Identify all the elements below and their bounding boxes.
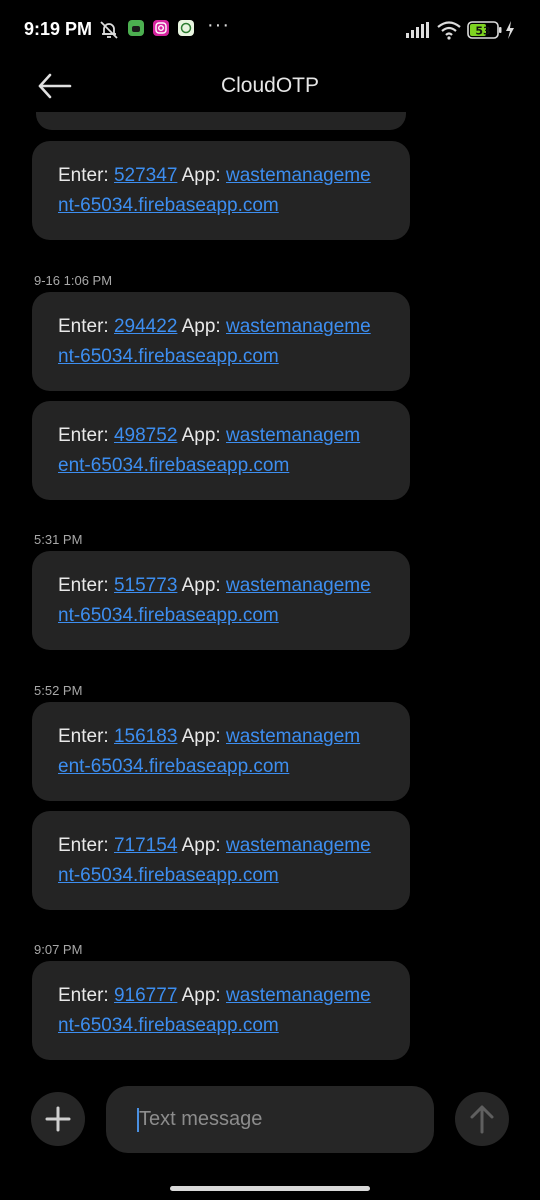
battery-level: 53 bbox=[475, 25, 490, 38]
more-notifications-icon: ··· bbox=[207, 14, 230, 36]
message-bubble[interactable]: Enter: 156183 App: wastemanagem ent-6503… bbox=[32, 702, 410, 801]
timestamp: 9-16 1:06 PM bbox=[34, 273, 113, 288]
message-prefix: Enter: bbox=[58, 165, 114, 186]
app-url-link[interactable]: wastemanageme bbox=[226, 985, 371, 1006]
app-url-link[interactable]: nt-65034.firebaseapp.com bbox=[58, 605, 279, 626]
timestamp: 9:07 PM bbox=[34, 942, 83, 957]
timestamp: 5:52 PM bbox=[34, 683, 83, 698]
whatsapp-app-icon bbox=[178, 20, 194, 36]
otp-code-link[interactable]: 294422 bbox=[114, 316, 177, 337]
message-prefix: Enter: bbox=[58, 575, 114, 596]
status-time: 9:19 PM bbox=[24, 19, 93, 39]
message-input-placeholder: Text message bbox=[139, 1108, 263, 1130]
app-url-link[interactable]: wastemanageme bbox=[226, 165, 371, 186]
add-attachment-button[interactable] bbox=[31, 1092, 85, 1146]
battery-icon: 53 bbox=[467, 21, 503, 44]
instagram-icon bbox=[153, 20, 169, 36]
home-indicator[interactable] bbox=[170, 1186, 370, 1191]
message-bubble[interactable]: Enter: 717154 App: wastemanageme nt-6503… bbox=[32, 811, 410, 910]
otp-code-link[interactable]: 515773 bbox=[114, 575, 177, 596]
charging-icon bbox=[505, 21, 515, 44]
message-bubble[interactable]: Enter: 294422 App: wastemanageme nt-6503… bbox=[32, 292, 410, 391]
send-arrow-icon bbox=[470, 1105, 494, 1134]
otp-code-link[interactable]: 498752 bbox=[114, 425, 177, 446]
message-bubble[interactable]: Enter: 498752 App: wastemanagem ent-6503… bbox=[32, 401, 410, 500]
conversation-title: CloudOTP bbox=[220, 74, 320, 97]
otp-code-link[interactable]: 916777 bbox=[114, 985, 177, 1006]
message-prefix: Enter: bbox=[58, 835, 114, 856]
app-url-link[interactable]: wastemanagem bbox=[226, 425, 360, 446]
signal-icon bbox=[406, 22, 430, 43]
otp-code-link[interactable]: 717154 bbox=[114, 835, 177, 856]
message-app-label: App: bbox=[177, 835, 226, 856]
app-url-link[interactable]: ent-65034.firebaseapp.com bbox=[58, 756, 289, 777]
plus-icon bbox=[45, 1106, 71, 1132]
message-prefix: Enter: bbox=[58, 425, 114, 446]
app-url-link[interactable]: nt-65034.firebaseapp.com bbox=[58, 195, 279, 216]
app-url-link[interactable]: wastemanageme bbox=[226, 316, 371, 337]
message-app-label: App: bbox=[177, 726, 226, 747]
message-prefix: Enter: bbox=[58, 316, 114, 337]
wifi-icon bbox=[437, 20, 461, 45]
message-bubble[interactable]: Enter: 916777 App: wastemanageme nt-6503… bbox=[32, 961, 410, 1060]
app-url-link[interactable]: wastemanageme bbox=[226, 575, 371, 596]
app-url-link[interactable]: wastemanagem bbox=[226, 726, 360, 747]
message-prefix: Enter: bbox=[58, 985, 114, 1006]
previous-message-bubble[interactable] bbox=[36, 112, 406, 130]
app-url-link[interactable]: wastemanageme bbox=[226, 835, 371, 856]
message-prefix: Enter: bbox=[58, 726, 114, 747]
app-url-link[interactable]: nt-65034.firebaseapp.com bbox=[58, 1015, 279, 1036]
app-url-link[interactable]: nt-65034.firebaseapp.com bbox=[58, 346, 279, 367]
status-bar: 9:19 PM ··· 53 bbox=[0, 0, 540, 60]
android-app-icon bbox=[128, 20, 144, 36]
message-bubble[interactable]: Enter: 515773 App: wastemanageme nt-6503… bbox=[32, 551, 410, 650]
bell-off-icon bbox=[98, 19, 120, 46]
app-url-link[interactable]: ent-65034.firebaseapp.com bbox=[58, 455, 289, 476]
app-url-link[interactable]: nt-65034.firebaseapp.com bbox=[58, 865, 279, 886]
message-app-label: App: bbox=[177, 316, 226, 337]
message-app-label: App: bbox=[177, 985, 226, 1006]
message-app-label: App: bbox=[177, 575, 226, 596]
send-button[interactable] bbox=[455, 1092, 509, 1146]
message-bubble[interactable]: Enter: 527347 App: wastemanageme nt-6503… bbox=[32, 141, 410, 240]
otp-code-link[interactable]: 527347 bbox=[114, 165, 177, 186]
otp-code-link[interactable]: 156183 bbox=[114, 726, 177, 747]
message-app-label: App: bbox=[177, 425, 226, 446]
timestamp: 5:31 PM bbox=[34, 532, 83, 547]
message-app-label: App: bbox=[177, 165, 226, 186]
